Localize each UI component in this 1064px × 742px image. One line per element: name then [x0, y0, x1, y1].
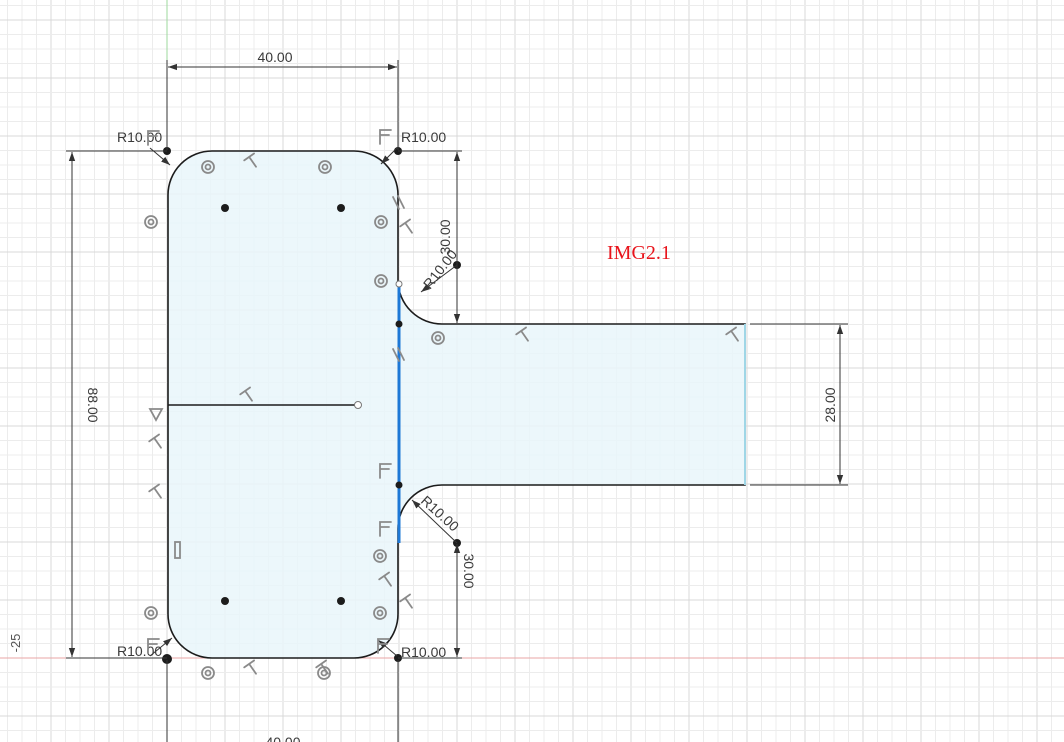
tangent-constraint-icon[interactable] [399, 218, 417, 236]
axis-tick-label: -25 [8, 634, 23, 653]
concentric-constraint-icon[interactable] [144, 215, 158, 229]
tangent-constraint-icon[interactable] [148, 433, 166, 451]
concentric-constraint-icon[interactable] [147, 218, 155, 226]
point-2[interactable] [337, 204, 345, 212]
leader-radius-top-right[interactable] [380, 146, 399, 165]
concentric-constraint-icon[interactable] [144, 606, 158, 620]
line-endpoint[interactable] [354, 401, 362, 409]
point-3[interactable] [221, 597, 229, 605]
dim-radius-bottom-right[interactable]: R10.00 [401, 644, 446, 660]
dim-bottom-width[interactable]: 40.00 [265, 734, 300, 742]
vertex-edge-start[interactable] [395, 280, 403, 288]
concentric-constraint-icon[interactable] [147, 609, 155, 617]
dim-radius-top-right[interactable]: R10.00 [401, 129, 446, 145]
image-annotation: IMG2.1 [607, 242, 671, 264]
tangent-constraint-icon[interactable] [399, 593, 417, 611]
vertex-tab-bottom[interactable] [395, 481, 403, 489]
dim-radius-bottom-left[interactable]: R10.00 [117, 643, 162, 659]
vertex-tab-top[interactable] [395, 320, 403, 328]
tangent-constraint-icon[interactable] [243, 659, 261, 677]
dim-top-width[interactable]: 40.00 [257, 49, 292, 65]
sketch-canvas[interactable]: 40.00 40.00 88.00 30.00 30.00 28.00 R10.… [0, 0, 1064, 742]
point-1[interactable] [221, 204, 229, 212]
fix-constraint-icon[interactable] [379, 129, 392, 145]
dim-total-height[interactable]: 88.00 [85, 387, 101, 422]
midpoint-constraint-icon[interactable] [148, 408, 164, 422]
point-4[interactable] [337, 597, 345, 605]
dim-tab-height[interactable]: 28.00 [822, 387, 838, 422]
dim-lower-offset[interactable]: 30.00 [461, 553, 477, 588]
